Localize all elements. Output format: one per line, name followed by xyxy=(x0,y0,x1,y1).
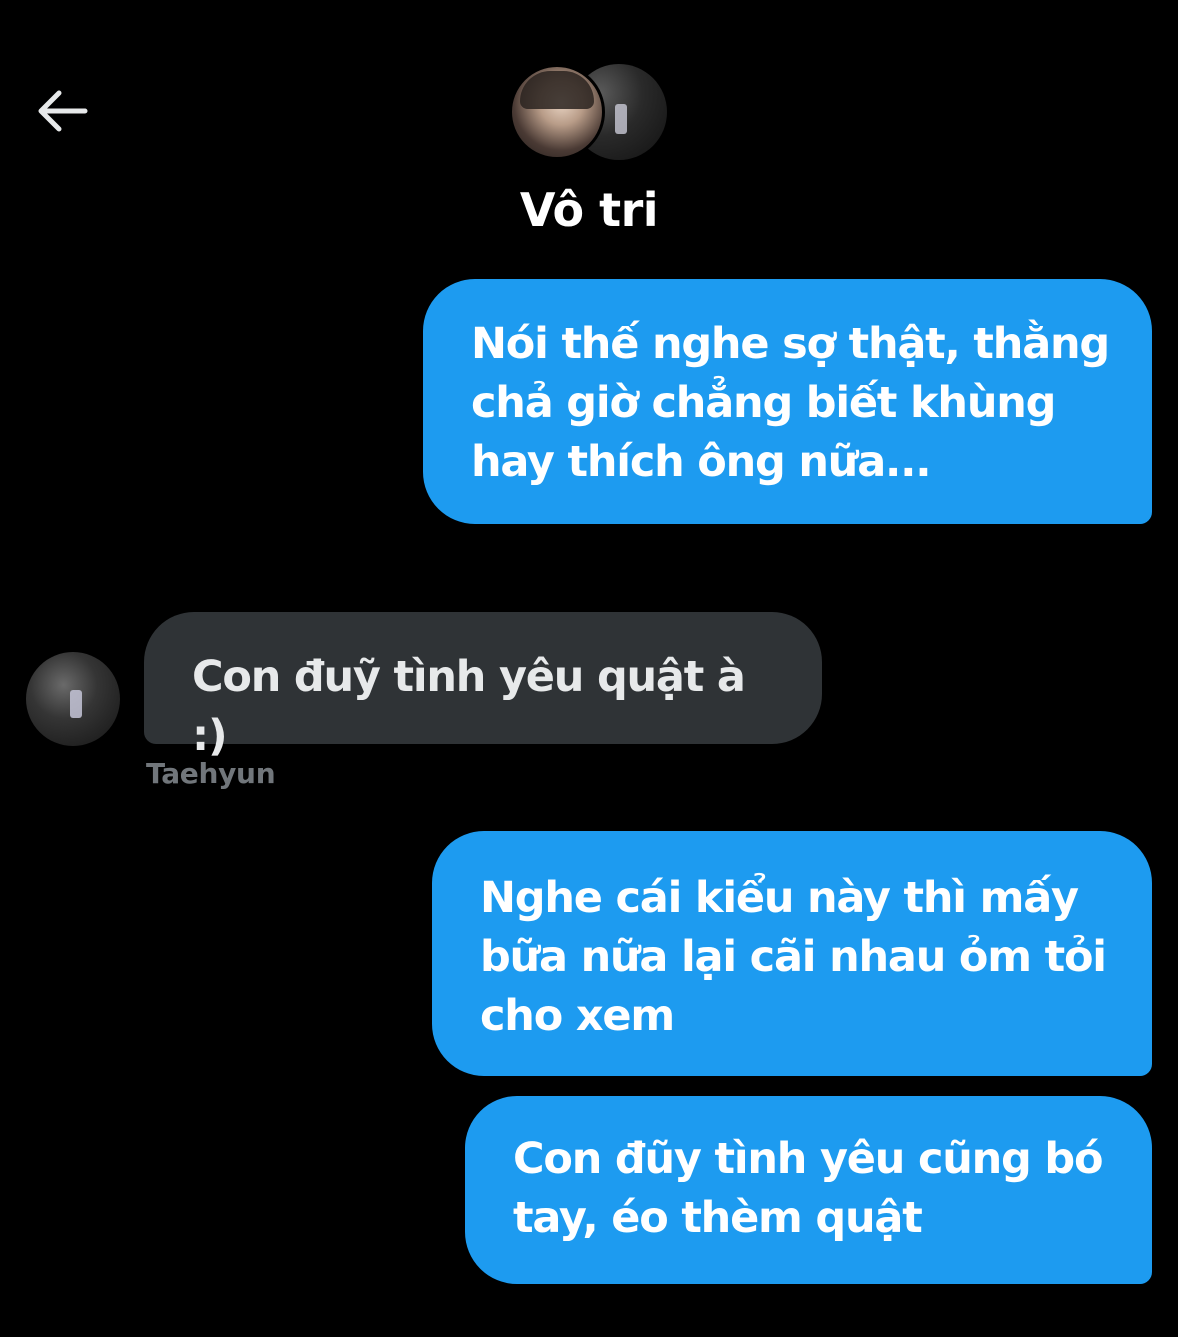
sender-name: Taehyun xyxy=(146,757,276,790)
message-bubble-sent[interactable]: Con đũy tình yêu cũng bó tay, éo thèm qu… xyxy=(465,1096,1152,1284)
sender-avatar[interactable] xyxy=(26,652,120,746)
member-avatar-1 xyxy=(509,64,605,160)
back-button[interactable] xyxy=(30,82,92,140)
arrow-left-icon xyxy=(38,90,88,132)
message-bubble-received[interactable]: Con đuỹ tình yêu quật à :) xyxy=(144,612,822,761)
group-avatar[interactable] xyxy=(509,64,669,162)
message-bubble-sent[interactable]: Nói thế nghe sợ thật, thằng chả giờ chẳn… xyxy=(423,279,1152,524)
message-bubble-sent[interactable]: Nghe cái kiểu này thì mấy bữa nữa lại cã… xyxy=(432,831,1152,1076)
conversation-title[interactable]: Vô tri xyxy=(0,180,1178,240)
